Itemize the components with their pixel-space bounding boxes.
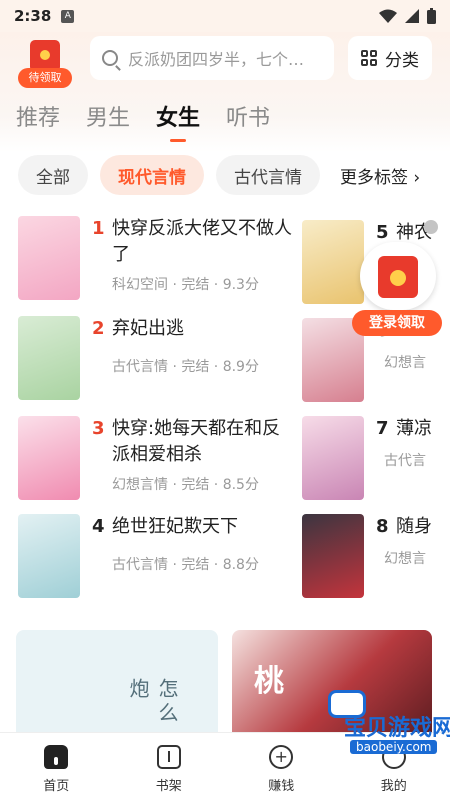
rank-item[interactable]: 8 随身 幻想言 — [302, 514, 450, 598]
book-title: 绝世狂妃欺天下 — [112, 514, 238, 540]
book-cover — [18, 514, 80, 598]
channel-tabs: 推荐 男生 女生 听书 — [16, 100, 270, 132]
rank-number: 8 — [376, 514, 388, 540]
book-cover — [302, 416, 364, 500]
rank-item[interactable]: 1快穿反派大佬又不做人了 科幻空间 · 完结 · 9.3分 — [18, 216, 292, 300]
watermark-title: 宝贝游戏网 — [344, 710, 450, 742]
book-meta: 幻想言情 · 完结 · 8.5分 — [92, 474, 292, 494]
chip-all[interactable]: 全部 — [18, 155, 88, 195]
tab-home[interactable]: 首页 — [0, 733, 113, 800]
tag-chips: 全部 现代言情 古代言情 更多标签 › — [18, 155, 428, 195]
tab-bookshelf-label: 书架 — [156, 775, 182, 794]
status-right — [379, 8, 436, 24]
wifi-icon — [379, 9, 397, 23]
search-input[interactable]: 反派奶团四岁半，七个… — [90, 36, 334, 80]
tab-audiobook[interactable]: 听书 — [226, 100, 270, 132]
tab-female[interactable]: 女生 — [156, 100, 200, 132]
book-meta: 幻想言 — [376, 548, 450, 568]
watermark-url: baobeiy.com — [350, 740, 437, 754]
tab-earn-label: 赚钱 — [268, 775, 294, 794]
rank-item[interactable]: 2 弃妃出逃 古代言情 · 完结 · 8.9分 — [18, 316, 292, 400]
coupon-label: 待领取 — [18, 68, 72, 88]
category-button[interactable]: 分类 — [348, 36, 432, 80]
book-meta: 古代言情 · 完结 · 8.8分 — [92, 554, 292, 574]
banner-text: 怎么 炮 — [124, 678, 182, 740]
header: 待领取 反派奶团四岁半，七个… 分类 — [0, 32, 450, 152]
search-icon — [102, 50, 118, 66]
notification-icon: A — [61, 10, 74, 23]
book-cover — [302, 514, 364, 598]
banner-card[interactable]: 怎么 炮 — [16, 630, 218, 740]
tab-male[interactable]: 男生 — [86, 100, 130, 132]
book-cover — [18, 216, 80, 300]
red-envelope-icon — [360, 242, 436, 310]
book-title: 快穿反派大佬又不做人了 — [112, 216, 292, 268]
chip-modern-romance[interactable]: 现代言情 — [100, 155, 204, 195]
book-meta: 科幻空间 · 完结 · 9.3分 — [92, 274, 292, 294]
earn-icon — [269, 745, 293, 769]
rank-number: 7 — [376, 416, 388, 442]
rank-number: 3 — [92, 416, 104, 468]
book-meta: 古代言 — [376, 450, 450, 470]
tab-bookshelf[interactable]: 书架 — [113, 733, 226, 800]
search-placeholder: 反派奶团四岁半，七个… — [128, 46, 304, 70]
grid-icon — [361, 50, 377, 66]
book-meta: 古代言情 · 完结 · 8.9分 — [92, 356, 292, 376]
banner-text: 桃 — [254, 656, 284, 700]
rank-number: 2 — [92, 316, 104, 342]
rank-item[interactable]: 3快穿:她每天都在和反派相爱相杀 幻想言情 · 完结 · 8.5分 — [18, 416, 292, 500]
category-label: 分类 — [385, 46, 419, 71]
site-watermark: 宝贝游戏网 baobeiy.com — [320, 680, 446, 800]
tab-home-label: 首页 — [43, 775, 69, 794]
tab-recommend[interactable]: 推荐 — [16, 100, 60, 132]
login-reward-label: 登录领取 — [352, 310, 442, 336]
home-icon — [44, 745, 68, 769]
rank-number: 1 — [92, 216, 104, 268]
book-title: 随身 — [396, 514, 432, 540]
coupon-entry[interactable]: 待领取 — [18, 38, 72, 88]
book-title: 快穿:她每天都在和反派相爱相杀 — [112, 416, 292, 468]
chip-more-tags[interactable]: 更多标签 › — [332, 155, 428, 195]
rank-item[interactable]: 4 绝世狂妃欺天下 古代言情 · 完结 · 8.8分 — [18, 514, 292, 598]
book-meta: 幻想言 — [376, 352, 450, 372]
book-cover — [18, 316, 80, 400]
rank-number: 4 — [92, 514, 104, 540]
book-title: 弃妃出逃 — [112, 316, 184, 342]
book-cover — [18, 416, 80, 500]
signal-icon — [405, 9, 419, 23]
login-reward-float[interactable]: 登录领取 — [352, 220, 442, 335]
bookshelf-icon — [157, 745, 181, 769]
status-bar: 2:38 A — [0, 0, 450, 32]
close-icon[interactable] — [424, 220, 438, 234]
chip-ancient-romance[interactable]: 古代言情 — [216, 155, 320, 195]
status-time: 2:38 — [14, 7, 51, 25]
rank-item[interactable]: 7 薄凉 古代言 — [302, 416, 450, 500]
book-title: 薄凉 — [396, 416, 432, 442]
battery-icon — [427, 8, 436, 24]
